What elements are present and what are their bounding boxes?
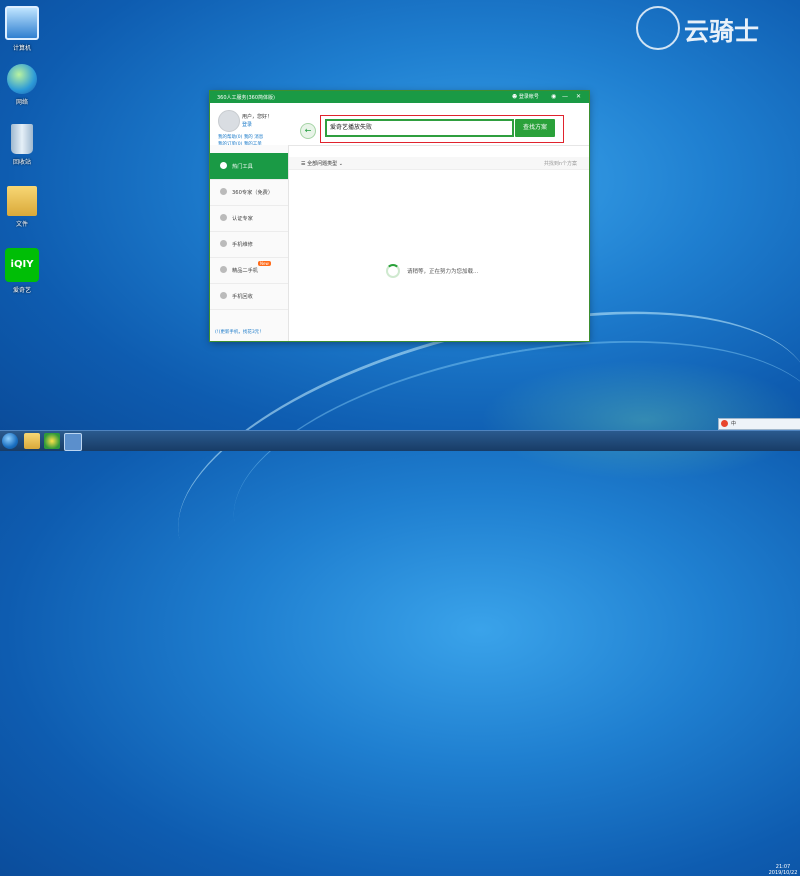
system-clock[interactable]: 21:07 2019/10/22 [766, 864, 800, 876]
iqiyi-icon: iQIY [5, 248, 39, 282]
close-icon[interactable]: ✕ [576, 93, 581, 100]
main-content: ☰ 全部问题类型 ⌄ 共找到n个方案 请稍等，正在努力为您加载... [289, 145, 589, 341]
result-count: 共找到n个方案 [543, 161, 577, 167]
new-badge: New [258, 261, 271, 266]
start-button[interactable] [2, 433, 18, 449]
sidebar-item-label: 精品二手机 [232, 268, 258, 274]
login-account-button[interactable]: ☻ 登录帐号 [512, 93, 539, 100]
desktop-icon-label: 文件 [15, 221, 28, 228]
sogou-icon [721, 420, 728, 427]
minimize-icon[interactable]: — [562, 93, 568, 100]
desktop-icon-iqiyi[interactable]: iQIY 爱奇艺 [4, 248, 40, 294]
sidebar-item-360-expert[interactable]: 360专家（免费） [210, 179, 288, 206]
login-link[interactable]: 登录 [242, 121, 252, 128]
sidebar-item-label: 360专家（免费） [232, 190, 274, 196]
home-icon [220, 162, 227, 169]
sidebar-item-label: 手机维修 [232, 242, 253, 248]
network-icon [7, 64, 37, 94]
recycle-bin-icon [11, 124, 33, 154]
sidebar-item-certified-expert[interactable]: 认证专家 [210, 205, 288, 232]
user-icon: ☻ [512, 94, 518, 100]
sidebar-item-label: 手机回收 [232, 294, 253, 300]
phone-recycle-icon [220, 292, 227, 299]
loading-text: 请稍等，正在努力为您加载... [407, 269, 479, 275]
app-window: 360人工服务(360简体版) ☻ 登录帐号 ◉ — ✕ 用户，您好！ 登录 我… [210, 91, 589, 341]
login-account-label: 登录帐号 [518, 94, 539, 100]
explorer-taskbar-icon[interactable] [24, 433, 40, 449]
app-taskbar-icon[interactable] [64, 433, 82, 451]
my-help-link[interactable]: 我的帮助(0) [218, 135, 242, 140]
sidebar-item-phone-recycle[interactable]: 手机回收 [210, 283, 288, 310]
desktop-icon-recycle-bin[interactable]: 回收站 [4, 124, 40, 166]
loading-spinner [386, 264, 400, 278]
folder-icon [7, 186, 37, 216]
problem-type-label: 全部问题类型 [307, 161, 338, 167]
desktop-icon-folder[interactable]: 文件 [4, 186, 40, 228]
clock-date: 2019/10/22 [768, 870, 798, 876]
desktop-icon-label: 回收站 [12, 159, 31, 166]
window-titlebar[interactable]: 360人工服务(360简体版) ☻ 登录帐号 ◉ — ✕ [210, 91, 589, 103]
sidebar-item-hot-tools[interactable]: 热门工具 [210, 153, 288, 180]
desktop-icon-computer[interactable]: 计算机 [4, 6, 40, 52]
chat-icon[interactable]: ◉ [551, 93, 556, 100]
desktop-icon-label: 计算机 [12, 45, 31, 52]
sidebar-item-label: 热门工具 [232, 164, 253, 170]
knight-logo-icon [636, 6, 680, 50]
search-input[interactable]: 爱奇艺播放失败 [325, 119, 514, 137]
my-link[interactable]: 我的 [244, 135, 253, 140]
computer-icon [5, 6, 39, 40]
problem-type-dropdown[interactable]: ☰ 全部问题类型 ⌄ [301, 160, 343, 167]
watermark-logo: 云骑士 [636, 6, 796, 50]
chevron-down-icon: ⌄ [338, 161, 343, 167]
desktop-icon-network[interactable]: 网络 [4, 64, 40, 106]
back-arrow-icon: ← [304, 126, 312, 135]
sidebar-item-phone-repair[interactable]: 手机维修 [210, 231, 288, 258]
input-method-bar[interactable]: 中 [718, 418, 800, 430]
list-icon: ☰ [301, 161, 306, 167]
expert-icon [220, 188, 227, 195]
phone-repair-icon [220, 240, 227, 247]
window-title: 360人工服务(360简体版) [217, 95, 275, 101]
back-button[interactable]: ← [300, 123, 316, 139]
taskbar: 21:07 2019/10/22 [0, 430, 800, 876]
sidebar-item-label: 认证专家 [232, 216, 253, 222]
user-greeting: 用户，您好！ [242, 114, 273, 120]
sidebar-item-used-phone[interactable]: 精品二手机 New [210, 257, 288, 284]
used-phone-icon [220, 266, 227, 273]
avatar[interactable] [218, 110, 240, 132]
find-solution-button[interactable]: 查找方案 [515, 119, 555, 137]
ime-language-label: 中 [731, 421, 737, 427]
filter-bar: ☰ 全部问题类型 ⌄ 共找到n个方案 [289, 157, 589, 170]
watermark-text: 云骑士 [684, 17, 760, 46]
sidebar: 热门工具 360专家（免费） 认证专家 手机维修 精品二手机 New 手机回收 … [210, 145, 289, 341]
desktop-icon-label: 网络 [15, 99, 28, 106]
messages-link[interactable]: 消息 [254, 135, 263, 140]
sidebar-footer-link[interactable]: (!)更新手机，找花3元！ [215, 329, 264, 335]
desktop-icon-label: 爱奇艺 [12, 287, 31, 294]
top-area: 用户，您好！ 登录 我的帮助(0) 我的 消息 我的订单(0) 我的工单 ← 爱… [210, 103, 589, 147]
certified-expert-icon [220, 214, 227, 221]
browser-taskbar-icon[interactable] [44, 433, 60, 449]
